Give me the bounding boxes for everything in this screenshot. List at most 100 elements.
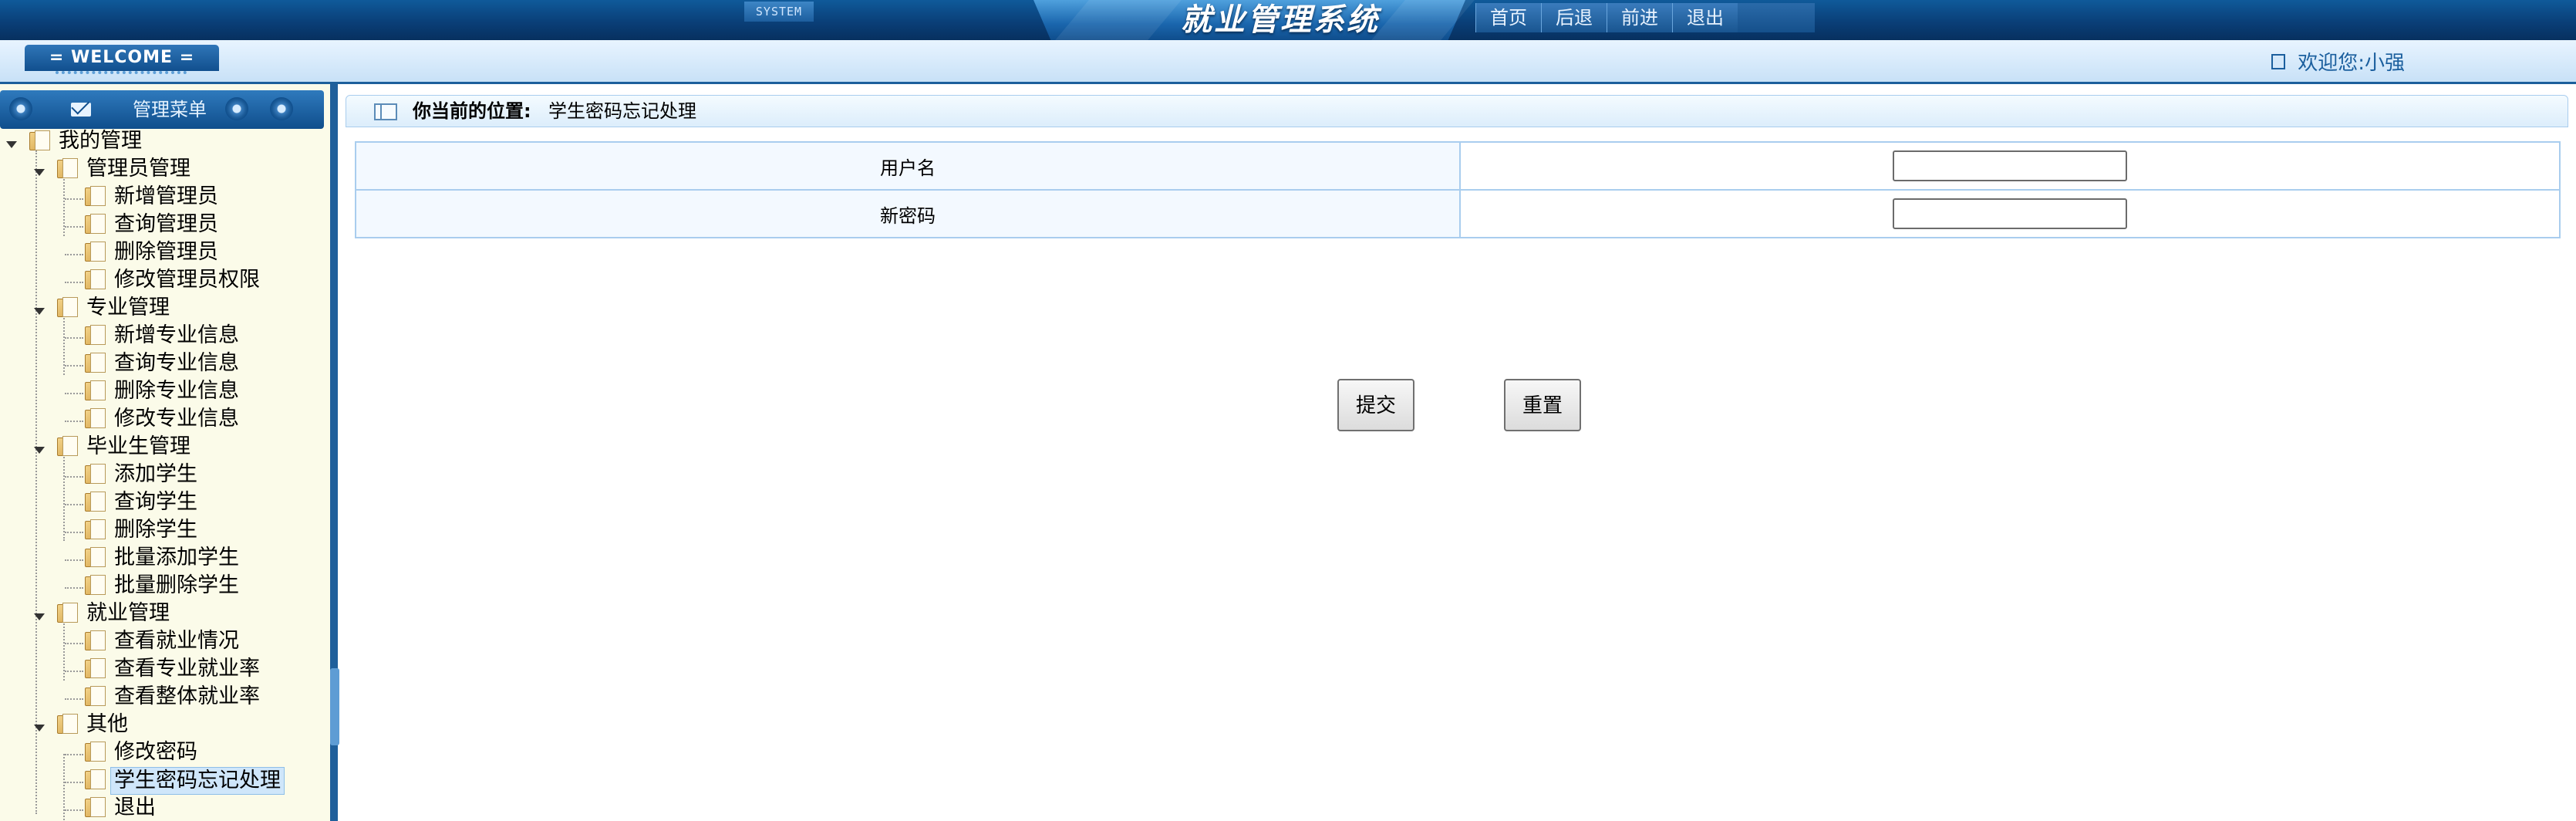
- folder-icon: [85, 408, 106, 428]
- tree-line: [65, 393, 83, 394]
- nav-home-link[interactable]: 首页: [1475, 3, 1541, 32]
- tree-item[interactable]: 修改专业信息: [114, 406, 239, 432]
- folder-icon: [57, 297, 79, 317]
- tree-item[interactable]: 查看专业就业率: [114, 656, 260, 682]
- window-icon: [374, 103, 397, 120]
- tree-item[interactable]: 添加学生: [114, 461, 197, 488]
- collapse-toggle-icon[interactable]: [34, 169, 45, 176]
- welcome-bar: = WELCOME =: [0, 40, 2576, 84]
- folder-icon: [85, 797, 106, 817]
- folder-icon: [85, 658, 106, 678]
- new-password-cell: [1459, 189, 2561, 238]
- tree-line: [65, 643, 83, 644]
- menu-header: 管理菜单: [0, 90, 324, 129]
- tree-line: [65, 754, 83, 755]
- mail-icon: [71, 103, 91, 117]
- tree-line: [65, 365, 83, 367]
- tree-line: [65, 698, 83, 700]
- folder-icon: [85, 547, 106, 567]
- folder-icon: [57, 158, 79, 178]
- tree-line: [65, 809, 83, 811]
- collapse-toggle-icon[interactable]: [34, 613, 45, 620]
- folder-icon: [57, 603, 79, 623]
- tree-group-graduate[interactable]: 毕业生管理: [86, 434, 191, 460]
- collapse-toggle-icon[interactable]: [6, 141, 17, 148]
- new-password-input[interactable]: [1893, 198, 2127, 229]
- tree-line: [65, 254, 83, 255]
- menu-title: 管理菜单: [133, 99, 207, 120]
- username-input[interactable]: [1893, 150, 2127, 181]
- welcome-tab: = WELCOME =: [25, 45, 219, 74]
- tree-root[interactable]: 我的管理: [59, 128, 142, 154]
- tree-item[interactable]: 批量删除学生: [114, 573, 239, 599]
- tree-item[interactable]: 删除专业信息: [114, 378, 239, 404]
- nav-exit-link[interactable]: 退出: [1672, 3, 1738, 32]
- disc-icon: [270, 97, 293, 120]
- tree-item[interactable]: 新增管理员: [114, 184, 218, 210]
- form-row: 用户名: [355, 141, 2561, 191]
- folder-icon: [85, 492, 106, 512]
- collapse-toggle-icon[interactable]: [34, 447, 45, 454]
- folder-icon: [85, 575, 106, 595]
- tree-item[interactable]: 退出: [114, 795, 156, 821]
- main-content: 你当前的位置: 学生密码忘记处理 用户名 新密码 提交 重置: [339, 84, 2576, 821]
- tree-item[interactable]: 查看整体就业率: [114, 684, 260, 710]
- nav-forward-link[interactable]: 前进: [1607, 3, 1672, 32]
- folder-icon: [85, 353, 106, 373]
- sidebar-resize-handle[interactable]: [330, 668, 339, 745]
- user-greeting: 欢迎您:小强: [2298, 52, 2405, 75]
- folder-icon: [85, 742, 106, 762]
- password-reset-form: 用户名 新密码: [355, 141, 2561, 238]
- tree-item[interactable]: 删除管理员: [114, 239, 218, 265]
- folder-icon: [57, 714, 79, 734]
- tree-item[interactable]: 新增专业信息: [114, 323, 239, 349]
- tree-line: [65, 337, 83, 339]
- tree-item[interactable]: 查询专业信息: [114, 350, 239, 377]
- folder-icon: [85, 325, 106, 345]
- tree-line: [65, 671, 83, 672]
- tree-line: [65, 476, 83, 478]
- tree-line: [65, 226, 83, 228]
- tree-line: [65, 504, 83, 505]
- tree-line: [65, 198, 83, 200]
- tree-group-admin[interactable]: 管理员管理: [86, 156, 191, 182]
- tree-line: [65, 782, 83, 783]
- breadcrumb-label: 你当前的位置:: [413, 100, 531, 122]
- tree-item[interactable]: 查看就业情况: [114, 628, 239, 654]
- folder-icon: [85, 186, 106, 206]
- tree-line: [65, 559, 83, 561]
- submit-button[interactable]: 提交: [1337, 379, 1414, 431]
- tree-group-other[interactable]: 其他: [86, 711, 128, 738]
- disc-icon: [9, 97, 32, 120]
- new-password-label: 新密码: [355, 189, 1461, 238]
- username-label: 用户名: [355, 141, 1461, 191]
- nav-back-link[interactable]: 后退: [1541, 3, 1607, 32]
- folder-icon: [29, 130, 51, 150]
- collapse-toggle-icon[interactable]: [34, 725, 45, 731]
- tree-item[interactable]: 查询管理员: [114, 211, 218, 238]
- folder-icon: [85, 214, 106, 234]
- folder-icon: [85, 269, 106, 289]
- breadcrumb-current: 学生密码忘记处理: [548, 100, 696, 122]
- tree-item[interactable]: 批量添加学生: [114, 545, 239, 571]
- collapse-toggle-icon[interactable]: [34, 308, 45, 315]
- disc-icon: [225, 97, 248, 120]
- welcome-dots: [56, 71, 187, 79]
- folder-icon: [85, 630, 106, 650]
- tree-group-major[interactable]: 专业管理: [86, 295, 170, 321]
- tree-line: [35, 150, 37, 814]
- form-row: 新密码: [355, 189, 2561, 238]
- app-title: 就业管理系统: [1181, 2, 1380, 38]
- nav-divider: [1738, 3, 1815, 32]
- tree-item[interactable]: 修改管理员权限: [114, 267, 260, 293]
- top-header: SYSTEM 就业管理系统 首页 后退 前进 退出: [0, 0, 2576, 40]
- tree-line: [65, 421, 83, 422]
- folder-icon: [85, 519, 106, 539]
- tree-group-employment[interactable]: 就业管理: [86, 600, 170, 627]
- tree-item-selected[interactable]: 学生密码忘记处理: [110, 767, 285, 795]
- tree-item[interactable]: 删除学生: [114, 517, 197, 543]
- reset-button[interactable]: 重置: [1504, 379, 1581, 431]
- tree-item[interactable]: 查询学生: [114, 489, 197, 515]
- tree-line: [63, 448, 65, 541]
- tree-item[interactable]: 修改密码: [114, 739, 197, 765]
